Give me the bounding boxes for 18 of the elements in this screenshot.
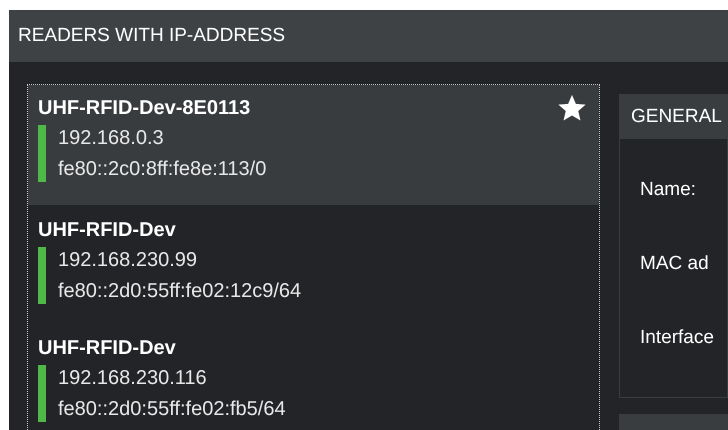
reader-item[interactable]: UHF-RFID-Dev 192.168.230.116 fe80::2d0:55ff:fe02:fb5/64 — [28, 323, 599, 430]
ipv4-address: 192.168.0.3 — [58, 126, 165, 151]
star-icon[interactable] — [557, 93, 587, 123]
section-title: GENERAL — [631, 106, 722, 128]
field-label: MAC ad — [640, 253, 710, 275]
reader-name: UHF-RFID-Dev — [38, 218, 176, 242]
panel-title: READERS WITH IP-ADDRESS — [18, 25, 286, 47]
reader-item[interactable]: UHF-RFID-Dev-8E0113 192.168.0.3 fe80::2c0:8ff:fe8e:113/0 — [28, 85, 599, 205]
reader-name: UHF-RFID-Dev-8E0113 — [38, 96, 250, 120]
reader-name: UHF-RFID-Dev — [38, 336, 176, 360]
ipv4-address: 192.168.230.116 — [58, 366, 208, 391]
field-label: Name: — [640, 179, 697, 201]
field-label: Interface — [640, 327, 715, 349]
ipv6-address: fe80::2d0:55ff:fe02:12c9/64 — [58, 279, 302, 304]
reader-item[interactable]: UHF-RFID-Dev 192.168.230.99 fe80::2d0:55ff:fe02:12c9/64 — [28, 205, 599, 323]
ipv4-address: 192.168.230.99 — [58, 248, 198, 273]
ipv6-address: fe80::2d0:55ff:fe02:fb5/64 — [58, 397, 286, 422]
ipv6-address: fe80::2c0:8ff:fe8e:113/0 — [58, 157, 266, 182]
